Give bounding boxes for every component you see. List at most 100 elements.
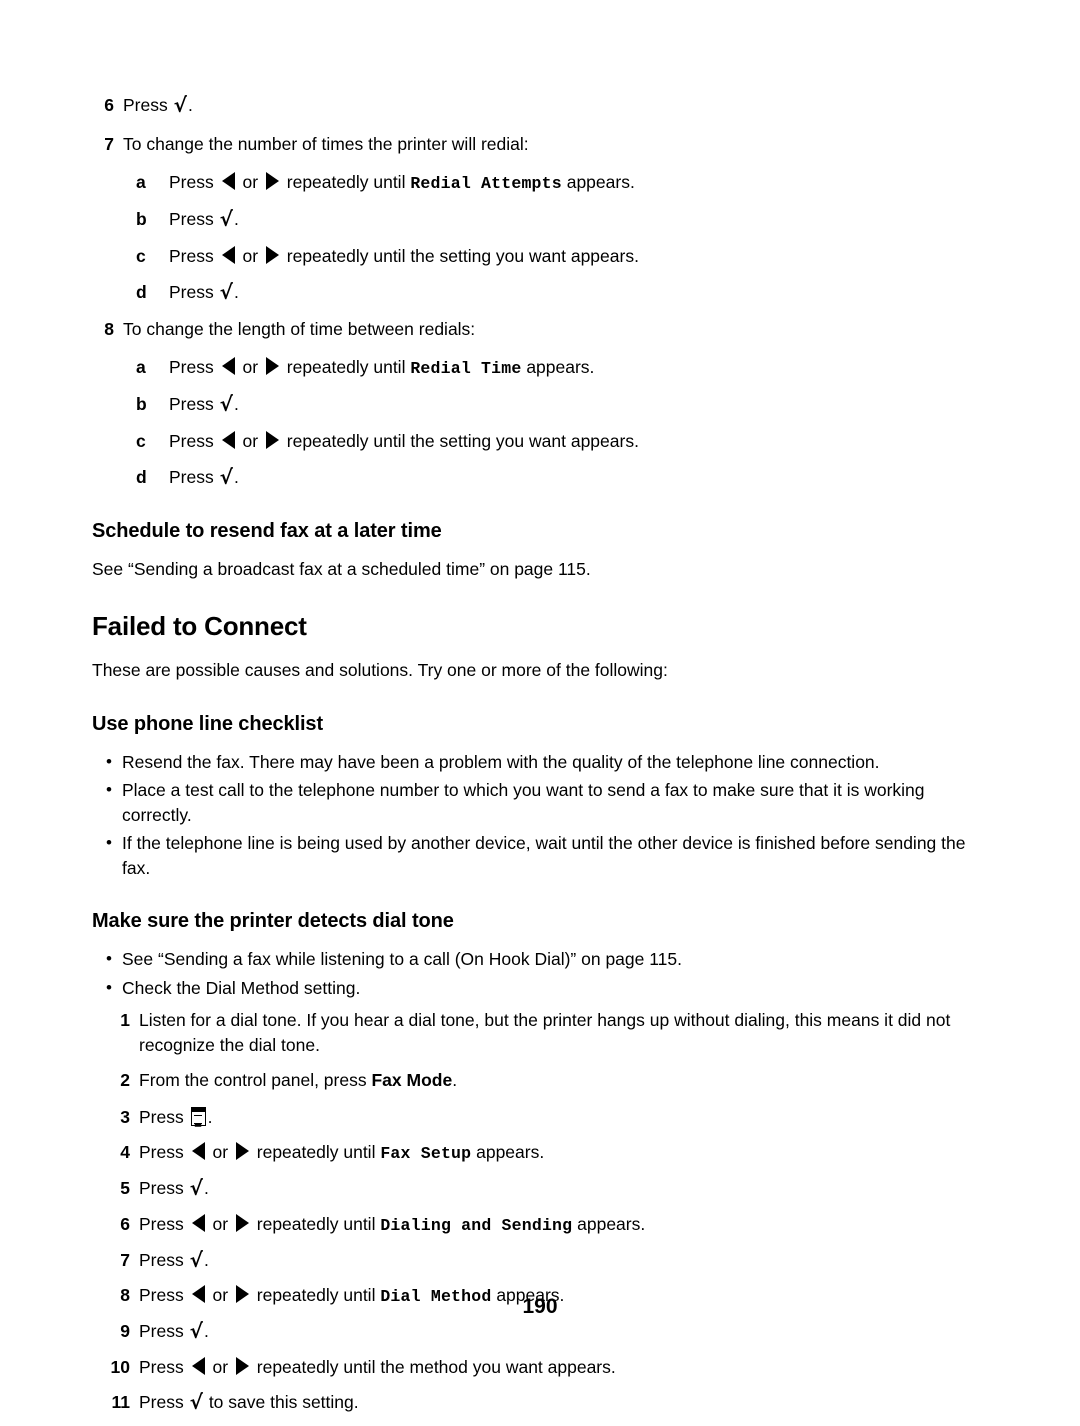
substep-marker: c <box>136 430 146 451</box>
step-text: Press . <box>139 1104 994 1130</box>
substep-end: . <box>233 467 239 488</box>
bullet-text: Resend the fax. There may have been a pr… <box>122 751 880 772</box>
dialtone-step-list: 1 Listen for a dial tone. If you hear a … <box>92 1008 994 1415</box>
list-item: c Press or repeatedly until the setting … <box>136 244 994 269</box>
substep-end: . <box>233 209 239 230</box>
button-label-fax-mode: Fax Mode <box>371 1070 453 1091</box>
step-tail: repeatedly until the method you want app… <box>251 1356 616 1377</box>
substep-tail: repeatedly until the setting you want ap… <box>281 430 639 451</box>
substep-text: Press or repeatedly until the setting yo… <box>169 429 994 454</box>
display-code: Redial Attempts <box>410 174 562 193</box>
step-lead: Press <box>139 1249 189 1270</box>
right-arrow-icon <box>265 430 279 449</box>
step-lead: Press <box>139 1356 189 1377</box>
step-marker: 1 <box>120 1010 130 1031</box>
step-text: Press √ to save this setting. <box>139 1390 994 1415</box>
section-heading-dialtone: Make sure the printer detects dial tone <box>92 910 454 933</box>
substep-marker: d <box>136 282 147 303</box>
bullet-text: See “Sending a fax while listening to a … <box>122 949 682 970</box>
left-arrow-icon <box>221 357 235 376</box>
section-heading-checklist: Use phone line checklist <box>92 712 324 735</box>
substep-marker: d <box>136 467 147 488</box>
step-lead: Press <box>139 1321 189 1342</box>
step-text: Press or repeatedly until the method you… <box>139 1355 994 1380</box>
step-marker: 6 <box>120 1213 130 1234</box>
step-text: Press √. <box>123 93 994 118</box>
left-arrow-icon <box>191 1142 205 1161</box>
bullet-text: If the telephone line is being used by a… <box>122 833 966 878</box>
substep-mid: or <box>237 245 263 266</box>
step-text: To change the number of times the printe… <box>123 133 529 154</box>
step-marker: 4 <box>120 1142 130 1163</box>
left-arrow-icon <box>221 245 235 264</box>
failed-intro-paragraph: These are possible causes and solutions.… <box>92 660 668 681</box>
left-arrow-icon <box>221 430 235 449</box>
step-lead: Press <box>139 1392 189 1413</box>
list-item: • See “Sending a fax while listening to … <box>106 947 994 972</box>
substep-text: Press √. <box>169 392 994 417</box>
document-page: 6 Press √. 7 To change the number of tim… <box>0 0 1080 1412</box>
step-text: From the control panel, press Fax Mode. <box>139 1068 994 1093</box>
substep-lead: Press <box>169 467 219 488</box>
bullet-icon: • <box>106 833 112 853</box>
list-item: 5 Press √. <box>104 1176 994 1201</box>
step-marker: 6 <box>104 95 114 115</box>
step-text: Press √. <box>139 1176 994 1201</box>
substep-end: . <box>233 394 239 415</box>
step-end: . <box>203 1178 209 1199</box>
bullet-icon: • <box>106 780 112 800</box>
step-text: Press or repeatedly until Dialing and Se… <box>139 1212 994 1237</box>
step-text-lead: Press <box>123 95 173 115</box>
checklist-bullets: • Resend the fax. There may have been a … <box>92 750 994 881</box>
step-end: appears. <box>471 1142 545 1163</box>
step-lead: Press <box>139 1142 189 1163</box>
list-item: 6 Press √. <box>92 93 994 118</box>
left-arrow-icon <box>191 1356 205 1375</box>
substep-marker: a <box>136 172 146 192</box>
step-end: . <box>203 1321 209 1342</box>
list-item: • Check the Dial Method setting. <box>106 976 994 1001</box>
menu-icon <box>190 1106 206 1126</box>
substep-end: appears. <box>561 172 635 192</box>
step-marker: 2 <box>120 1070 130 1091</box>
list-item: 8 To change the length of time between r… <box>92 317 994 342</box>
substep-group: a Press or repeatedly until Redial Time … <box>92 355 994 490</box>
list-item: c Press or repeatedly until the setting … <box>136 429 994 454</box>
list-item: 1 Listen for a dial tone. If you hear a … <box>104 1008 994 1057</box>
check-icon: √ <box>219 207 233 232</box>
step-marker: 7 <box>120 1249 130 1270</box>
page-title: Failed to Connect <box>92 611 307 642</box>
substep-marker: c <box>136 245 146 266</box>
list-item: b Press √. <box>136 207 994 232</box>
list-item: 2 From the control panel, press Fax Mode… <box>104 1068 994 1093</box>
substep-lead: Press <box>169 282 219 303</box>
check-icon: √ <box>173 93 187 117</box>
bullet-icon: • <box>106 977 112 997</box>
check-icon: √ <box>219 465 233 490</box>
check-icon: √ <box>189 1319 203 1344</box>
check-icon: √ <box>219 280 233 305</box>
list-item: 10 Press or repeatedly until the method … <box>104 1355 994 1380</box>
step-text: To change the length of time between red… <box>123 318 476 339</box>
step-end: . <box>452 1070 458 1091</box>
list-item: 6 Press or repeatedly until Dialing and … <box>104 1212 994 1237</box>
step-marker: 9 <box>120 1321 130 1342</box>
display-code: Fax Setup <box>380 1144 472 1164</box>
list-item: d Press √. <box>136 465 994 490</box>
list-item: 11 Press √ to save this setting. <box>104 1390 994 1415</box>
check-icon: √ <box>189 1176 203 1201</box>
substep-lead: Press <box>169 394 219 415</box>
substep-tail: repeatedly until the setting you want ap… <box>281 245 639 266</box>
right-arrow-icon <box>235 1142 249 1161</box>
substep-lead: Press <box>169 245 219 266</box>
substep-text: Press or repeatedly until Redial Time ap… <box>169 355 994 380</box>
substep-lead: Press <box>169 357 219 378</box>
top-step-list: 6 Press √. 7 To change the number of tim… <box>92 93 994 490</box>
step-lead: Press <box>139 1106 189 1127</box>
page-number: 190 <box>522 1295 558 1318</box>
list-item: • Place a test call to the telephone num… <box>106 778 994 827</box>
step-end: . <box>207 1106 213 1127</box>
substep-text: Press √. <box>169 207 994 232</box>
list-item: 3 Press . <box>104 1104 994 1130</box>
substep-tail: repeatedly until <box>281 172 411 192</box>
